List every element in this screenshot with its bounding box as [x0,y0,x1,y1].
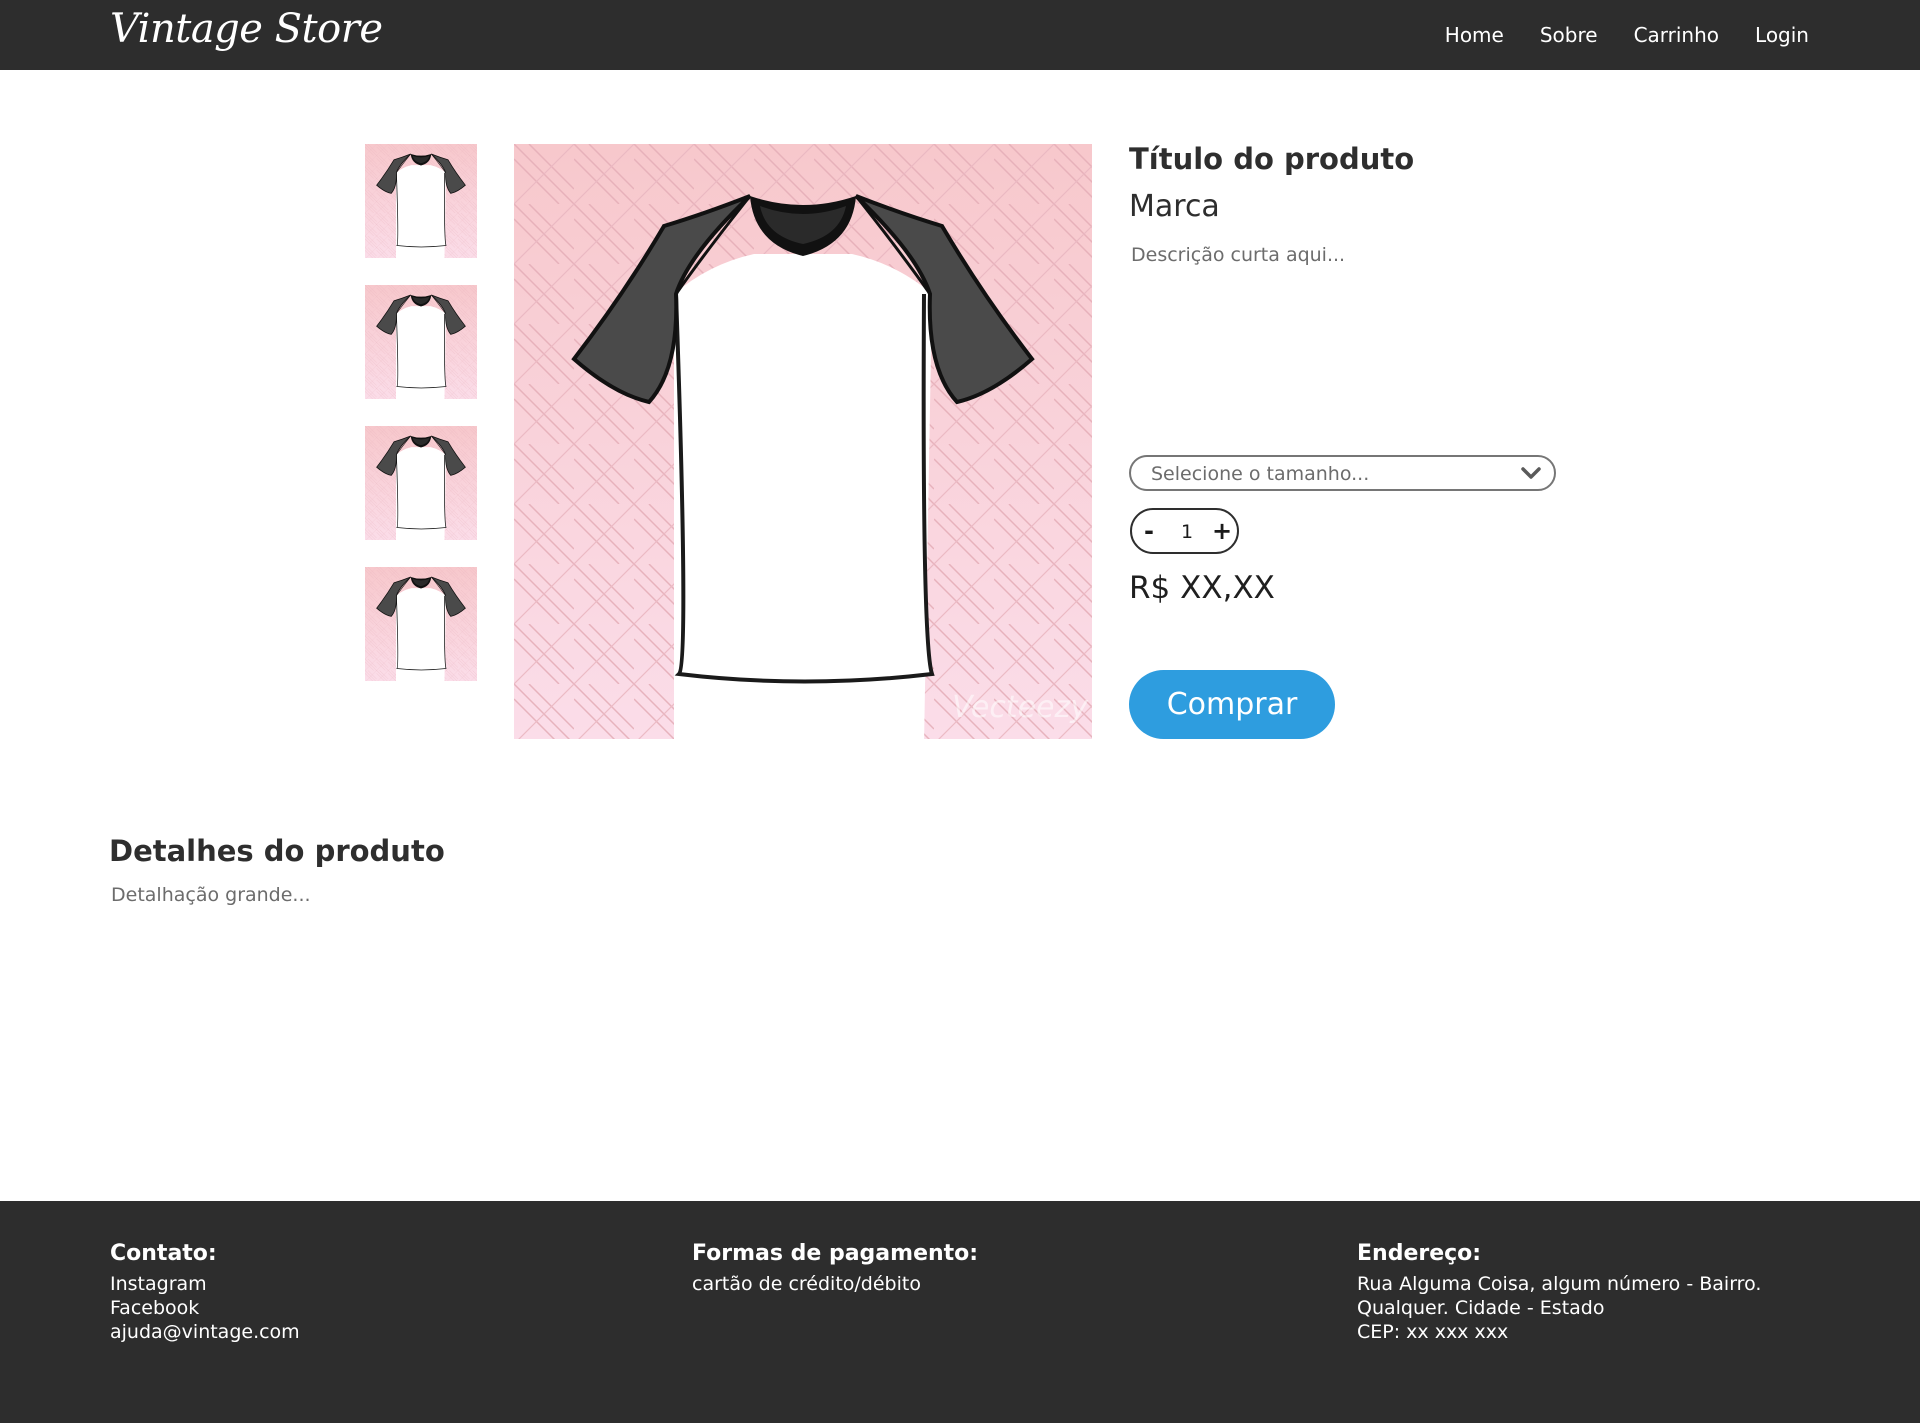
quantity-input[interactable]: 1 [1181,521,1193,543]
footer-address-heading: Endereço: [1357,1241,1482,1266]
instagram-link[interactable]: Instagram [110,1272,300,1296]
tshirt-image [365,426,477,540]
product-short-description: Descrição curta aqui... [1131,244,1346,266]
size-select-placeholder: Selecione o tamanho... [1151,463,1370,485]
product-thumbnail-4[interactable] [365,567,477,681]
product-thumbnail-2[interactable] [365,285,477,399]
address-line-2: Qualquer. Cidade - Estado [1357,1297,1605,1319]
footer: Contato: Instagram Facebook ajuda@vintag… [0,1201,1920,1423]
tshirt-image [365,567,477,681]
facebook-link[interactable]: Facebook [110,1296,300,1320]
buy-button[interactable]: Comprar [1129,670,1335,739]
payment-method: cartão de crédito/débito [692,1273,921,1295]
chevron-down-icon [1521,467,1541,479]
product-price: R$ XX,XX [1129,570,1275,606]
quantity-increase-button[interactable]: + [1212,517,1232,545]
image-watermark: Vecteezy [952,690,1088,725]
nav-home-link[interactable]: Home [1445,23,1504,47]
product-brand: Marca [1129,189,1220,224]
quantity-decrease-button[interactable]: - [1144,517,1154,545]
main-nav: Home Sobre Carrinho Login [1445,0,1809,70]
nav-about-link[interactable]: Sobre [1540,23,1598,47]
nav-cart-link[interactable]: Carrinho [1634,23,1719,47]
details-text: Detalhação grande... [111,884,311,906]
product-title: Título do produto [1129,142,1415,176]
footer-payment: Formas de pagamento: cartão de crédito/d… [692,1241,978,1296]
address-line-1: Rua Alguma Coisa, algum número - Bairro. [1357,1273,1762,1295]
size-select[interactable]: Selecione o tamanho... [1129,455,1556,491]
top-navbar: Vintage Store Home Sobre Carrinho Login [0,0,1920,70]
tshirt-image [514,144,1092,739]
footer-payment-heading: Formas de pagamento: [692,1241,979,1266]
address-line-3: CEP: xx xxx xxx [1357,1321,1509,1343]
details-heading: Detalhes do produto [109,834,445,868]
footer-address: Endereço: Rua Alguma Coisa, algum número… [1357,1241,1761,1344]
footer-contact-heading: Contato: [110,1241,217,1266]
product-main-image: Vecteezy [514,144,1092,739]
store-logo[interactable]: Vintage Store [110,6,383,52]
tshirt-image [365,285,477,399]
email-link[interactable]: ajuda@vintage.com [110,1320,300,1344]
product-thumbnail-1[interactable] [365,144,477,258]
tshirt-image [365,144,477,258]
footer-contact: Contato: Instagram Facebook ajuda@vintag… [110,1241,300,1344]
quantity-stepper: - 1 + [1130,508,1239,554]
product-thumbnail-3[interactable] [365,426,477,540]
nav-login-link[interactable]: Login [1755,23,1809,47]
